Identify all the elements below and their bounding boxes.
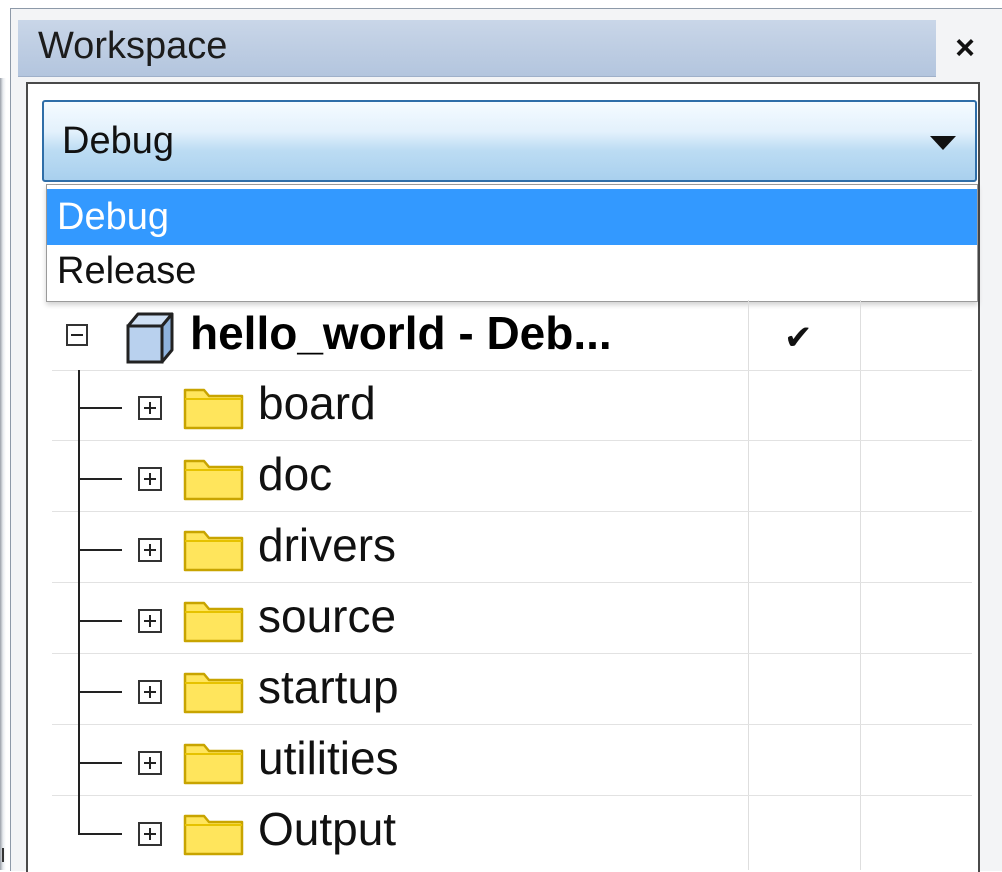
tree-row-divider <box>52 653 972 654</box>
tree-branch-line <box>78 620 122 622</box>
plus-box-icon[interactable] <box>138 609 162 633</box>
project-cube-icon <box>126 312 174 364</box>
plus-box-icon[interactable] <box>138 680 162 704</box>
window-edge-mark <box>2 848 4 862</box>
tree-branch-line <box>78 549 122 551</box>
panel-title: Workspace <box>38 25 228 67</box>
configuration-select[interactable]: Debug <box>42 100 977 182</box>
tree-row-divider <box>52 795 972 796</box>
tree-row-divider <box>52 582 972 583</box>
folder-icon <box>183 530 244 572</box>
dropdown-option-release[interactable]: Release <box>47 243 977 299</box>
tree-item-folder[interactable]: utilities <box>52 727 972 795</box>
plus-box-icon[interactable] <box>138 822 162 846</box>
panel-titlebar: Workspace <box>18 20 936 77</box>
folder-label[interactable]: doc <box>258 447 332 501</box>
tree-row-divider <box>52 724 972 725</box>
folder-label[interactable]: Output <box>258 802 396 856</box>
tree-branch-line <box>78 478 122 480</box>
folder-label[interactable]: utilities <box>258 731 399 785</box>
tree-item-folder[interactable]: startup <box>52 656 972 724</box>
window-edge <box>0 78 10 870</box>
project-label[interactable]: hello_world - Deb... <box>190 306 612 360</box>
tree-item-folder[interactable]: source <box>52 585 972 653</box>
tree-branch-line <box>78 762 122 764</box>
folder-icon <box>183 814 244 856</box>
plus-box-icon[interactable] <box>138 538 162 562</box>
plus-box-icon[interactable] <box>138 467 162 491</box>
tree-branch-line <box>78 691 122 693</box>
dropdown-option-debug[interactable]: Debug <box>47 189 977 245</box>
folder-label[interactable]: source <box>258 589 396 643</box>
folder-icon <box>183 459 244 501</box>
workspace-window: Workspace × Debug Debug Release hello_wo… <box>0 0 1002 872</box>
minus-box-icon[interactable] <box>66 324 88 346</box>
tree-item-folder[interactable]: Output <box>52 798 972 866</box>
tree-row-divider <box>52 440 972 441</box>
configuration-selected-value: Debug <box>62 120 174 162</box>
tree-row-divider <box>52 370 972 371</box>
tree-item-folder[interactable]: doc <box>52 443 972 511</box>
triangle-down-icon[interactable] <box>930 136 956 150</box>
folder-label[interactable]: drivers <box>258 518 396 572</box>
plus-box-icon[interactable] <box>138 396 162 420</box>
tree-item-folder[interactable]: board <box>52 372 972 440</box>
plus-box-icon[interactable] <box>138 751 162 775</box>
folder-icon <box>183 743 244 785</box>
folder-icon <box>183 601 244 643</box>
tree-branch-line <box>78 407 122 409</box>
folder-icon <box>183 672 244 714</box>
tree-item-folder[interactable]: drivers <box>52 514 972 582</box>
configuration-dropdown-list: Debug Release <box>46 184 978 302</box>
folder-label[interactable]: board <box>258 376 376 430</box>
active-project-check-icon: ✔ <box>784 319 813 357</box>
folder-label[interactable]: startup <box>258 660 399 714</box>
tree-row-divider <box>52 511 972 512</box>
folder-icon <box>183 388 244 430</box>
tree-branch-line <box>78 833 122 835</box>
close-icon[interactable]: × <box>945 26 985 70</box>
